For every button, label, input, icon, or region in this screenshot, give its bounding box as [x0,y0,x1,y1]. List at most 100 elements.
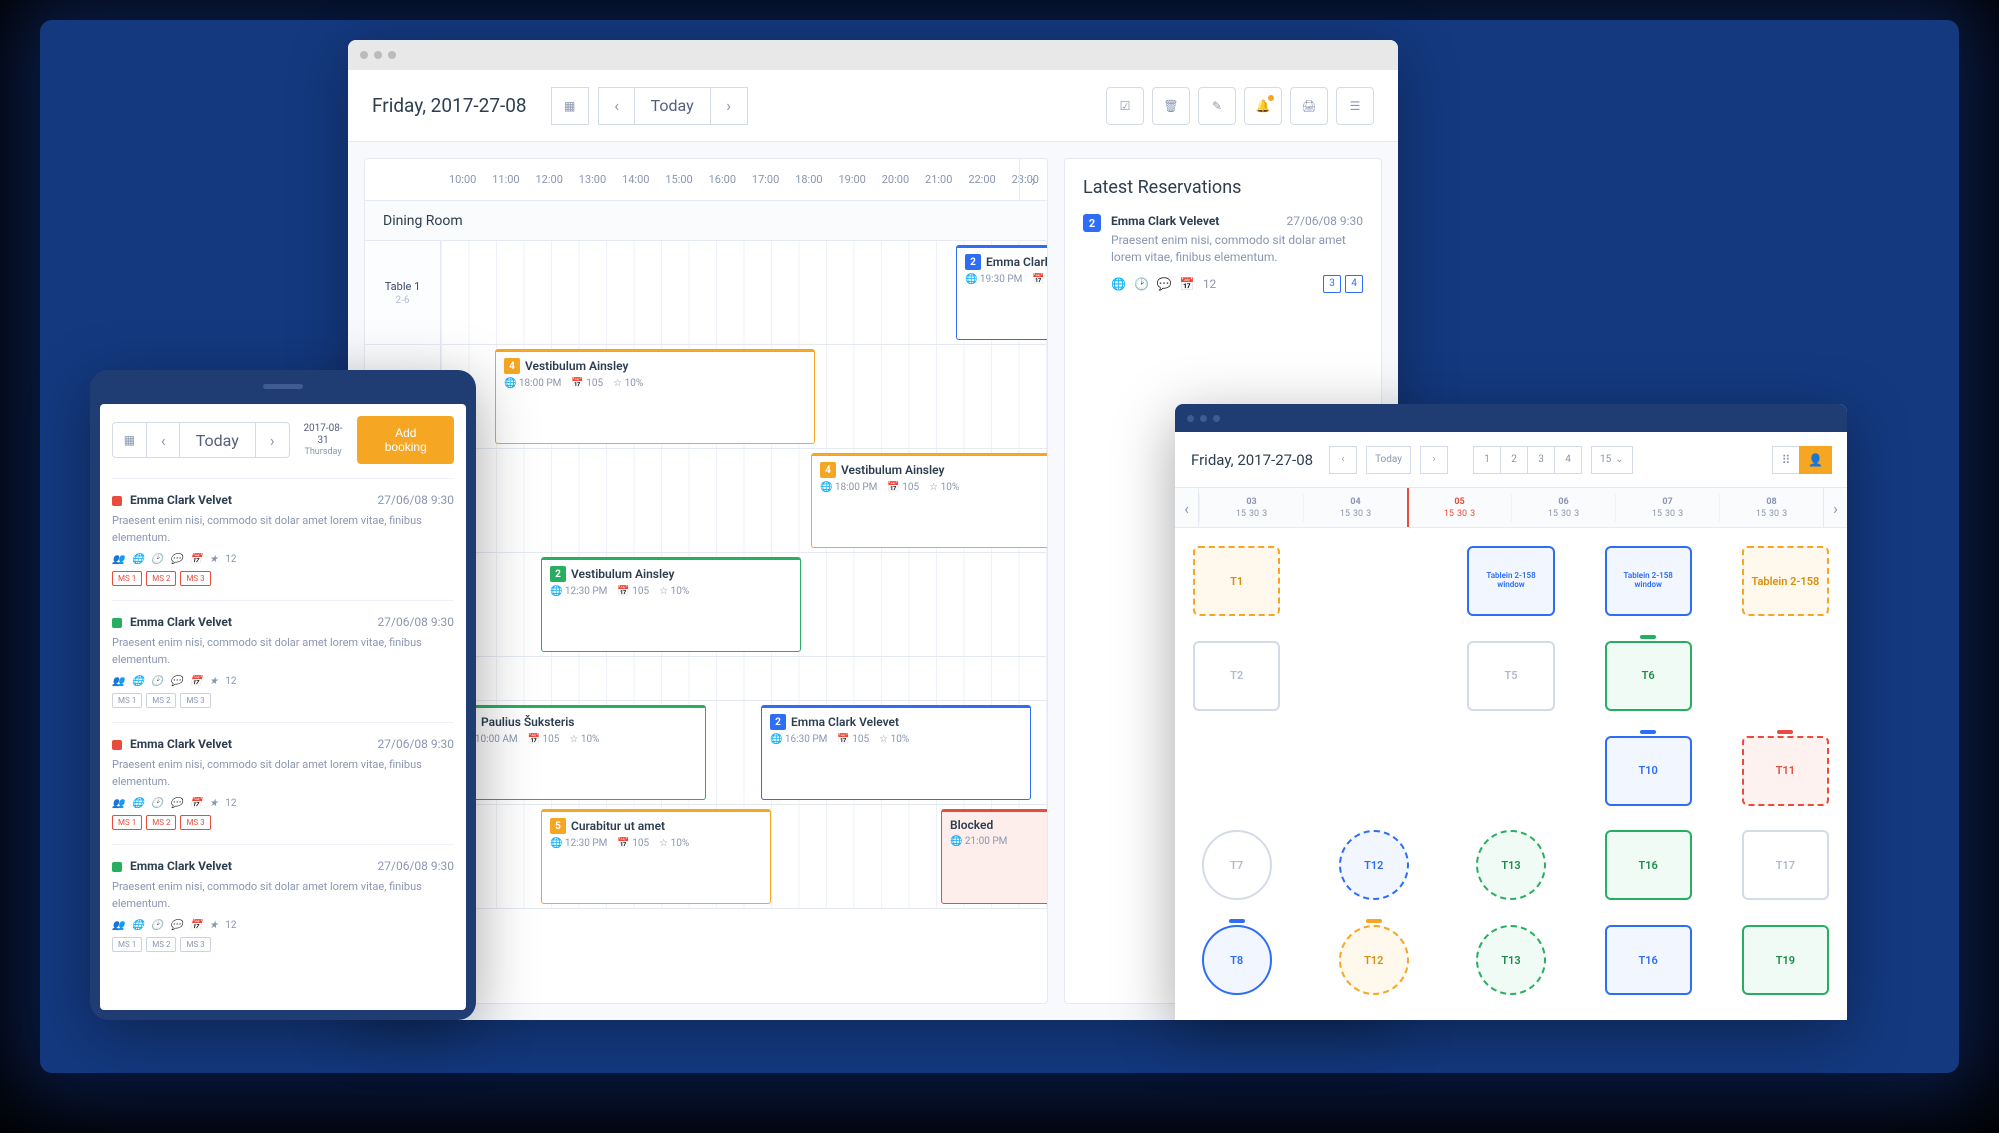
floor-table[interactable]: T2 [1193,641,1280,711]
floor-table[interactable]: Tablein 2-158 window [1467,546,1554,616]
hour-block[interactable]: 0715 30 3 [1615,494,1719,522]
floor-table[interactable]: T1 [1193,546,1280,616]
floor-table[interactable]: T8 [1202,925,1272,995]
grid-view-button[interactable]: ⠿ [1772,446,1800,474]
time-icon: 🌐 21:00 PM [950,836,1007,847]
chat-icon: 💬 [170,676,182,687]
star-icon: ★ [209,798,218,809]
mobile-reservation-card[interactable]: Emma Clark Velvet 27/06/08 9:30 Praesent… [112,722,454,844]
prev-day-button[interactable]: ‹ [146,422,181,458]
booking-card[interactable]: 2Paulius Šuksteris🌐 10:00 AM📅 105☆ 10% [451,705,706,800]
prev-day-button[interactable]: ‹ [598,87,636,125]
floor-table[interactable]: T7 [1202,830,1272,900]
score-icon: ☆ 10% [659,838,689,849]
status-chip[interactable]: 3 [1323,275,1341,293]
floor-table[interactable]: T16 [1605,830,1692,900]
mobile-reservation-card[interactable]: Emma Clark Velvet 27/06/08 9:30 Praesent… [112,844,454,966]
mobile-reservation-card[interactable]: Emma Clark Velvet 27/06/08 9:30 Praesent… [112,478,454,600]
floor-table[interactable]: T12 [1339,925,1409,995]
time-icon: 🌐 19:30 PM [965,274,1022,285]
status-dot [112,862,122,872]
floor-table[interactable]: T17 [1742,830,1829,900]
clock-icon: 🕑 [151,554,163,565]
mobile-reservation-card[interactable]: Emma Clark Velvet 27/06/08 9:30 Praesent… [112,600,454,722]
floor-table[interactable]: T19 [1742,925,1829,995]
next-day-button[interactable]: › [255,422,290,458]
timeline-row: Table 1 2-6 2Emma Clark Velevet🌐 19:30 P… [365,241,1047,345]
scroll-left-button[interactable]: ‹ [1175,488,1199,528]
scroll-right-button[interactable]: › [1823,488,1847,528]
hour-block[interactable]: 0315 30 3 [1199,494,1303,522]
meta-count: 12 [225,676,236,687]
booking-card[interactable]: 2Vestibulum Ainsley🌐 12:30 PM📅 105☆ 10% [541,557,801,652]
guests-icon: 📅 105 [837,734,869,745]
floor-table[interactable]: Tablein 2-158 [1742,546,1829,616]
floor-table[interactable]: Tablein 2-158 window [1605,546,1692,616]
page-number-button[interactable]: 2 [1500,446,1528,474]
status-chip[interactable]: 4 [1345,275,1363,293]
hour-block[interactable]: 0615 30 3 [1511,494,1615,522]
calendar-icon: 📅 [1180,277,1195,291]
calendar-icon: 📅 [190,554,202,565]
page-number-button[interactable]: 1 [1473,446,1501,474]
window-dot [360,51,368,59]
time-icon: 🌐 18:00 PM [504,378,561,389]
booking-card[interactable]: 4Vestibulum Ainsley🌐 18:00 PM📅 105☆ 10% [811,453,1048,548]
booking-card[interactable]: 2Emma Clark Velevet🌐 19:30 PM📅 105☆ 10% [956,245,1048,340]
edit-icon-button[interactable]: ✎ [1198,87,1236,125]
booking-card[interactable]: 4Vestibulum Ainsley🌐 18:00 PM📅 105☆ 10% [495,349,815,444]
hour-block[interactable]: 0415 30 3 [1303,494,1407,522]
booking-card[interactable]: Blocked🌐 21:00 PM [941,809,1048,904]
floor-table[interactable]: T13 [1476,925,1546,995]
next-day-button[interactable]: › [710,87,748,125]
desktop-titlebar [348,40,1398,70]
floor-table[interactable]: T6 [1605,641,1692,711]
today-button[interactable]: Today [634,87,711,125]
globe-icon: 🌐 [131,676,143,687]
page-number-button[interactable]: 3 [1527,446,1555,474]
reservation-note: Praesent enim nisi, commodo sit dolar am… [112,513,454,546]
add-booking-button[interactable]: Add booking [357,416,454,464]
page-last[interactable]: 15 ⌄ [1591,446,1633,474]
bell-icon-button[interactable]: 🔔 [1244,87,1282,125]
floor-table[interactable]: T12 [1339,830,1409,900]
guest-name: Curabitur ut amet [571,819,665,833]
floor-table[interactable]: T16 [1605,925,1692,995]
print-icon-button[interactable]: 🖨 [1290,87,1328,125]
today-button[interactable]: Today [179,422,256,458]
guest-name: Vestibulum Ainsley [571,567,674,581]
list-icon-button[interactable]: ☰ [1336,87,1374,125]
today-button[interactable]: Today [1366,446,1411,474]
status-tag: MS 2 [146,693,176,708]
calendar-icon-button[interactable]: ▦ [112,422,147,458]
floor-table[interactable]: T5 [1467,641,1554,711]
page-number-button[interactable]: 4 [1554,446,1582,474]
floor-table[interactable]: T10 [1605,736,1692,806]
calendar-icon-button[interactable]: ▦ [551,87,589,125]
hour-block[interactable]: 0815 30 3 [1719,494,1823,522]
booking-card[interactable]: 5Curabitur ut amet🌐 12:30 PM📅 105☆ 10% [541,809,771,904]
score-icon: ☆ 10% [613,378,643,389]
booking-card[interactable]: 2Emma Clark Velevet🌐 16:30 PM📅 105☆ 10% [761,705,1031,800]
globe-icon: 🌐 [131,920,143,931]
calendar-icon: 📅 [190,676,202,687]
time-icon: 🌐 12:30 PM [550,838,607,849]
floor-table[interactable]: T13 [1476,830,1546,900]
reservation-card[interactable]: 2 Emma Clark Velevet 27/06/08 9:30 Praes… [1083,214,1363,293]
guest-count-badge: 5 [550,818,566,834]
guest-count-badge: 2 [1083,214,1101,232]
clock-icon: 🕑 [151,676,163,687]
floor-table[interactable]: T11 [1742,736,1829,806]
scroll-right-button[interactable]: › [1019,159,1047,201]
meta-count: 12 [225,798,236,809]
prev-day-button[interactable]: ‹ [1329,446,1357,474]
next-day-button[interactable]: › [1420,446,1448,474]
status-tag: MS 1 [112,815,142,830]
guest-name: Vestibulum Ainsley [841,463,944,477]
trash-icon-button[interactable]: 🗑 [1152,87,1190,125]
hour-block[interactable]: 0515 30 3 [1407,494,1511,522]
seat-view-button[interactable]: 👤 [1799,446,1832,474]
check-icon-button[interactable]: ☑ [1106,87,1144,125]
guest-name: Paulius Šuksteris [481,715,574,729]
mobile-device: ▦ ‹ Today › 2017-08-31 Thursday Add book… [90,370,476,1020]
